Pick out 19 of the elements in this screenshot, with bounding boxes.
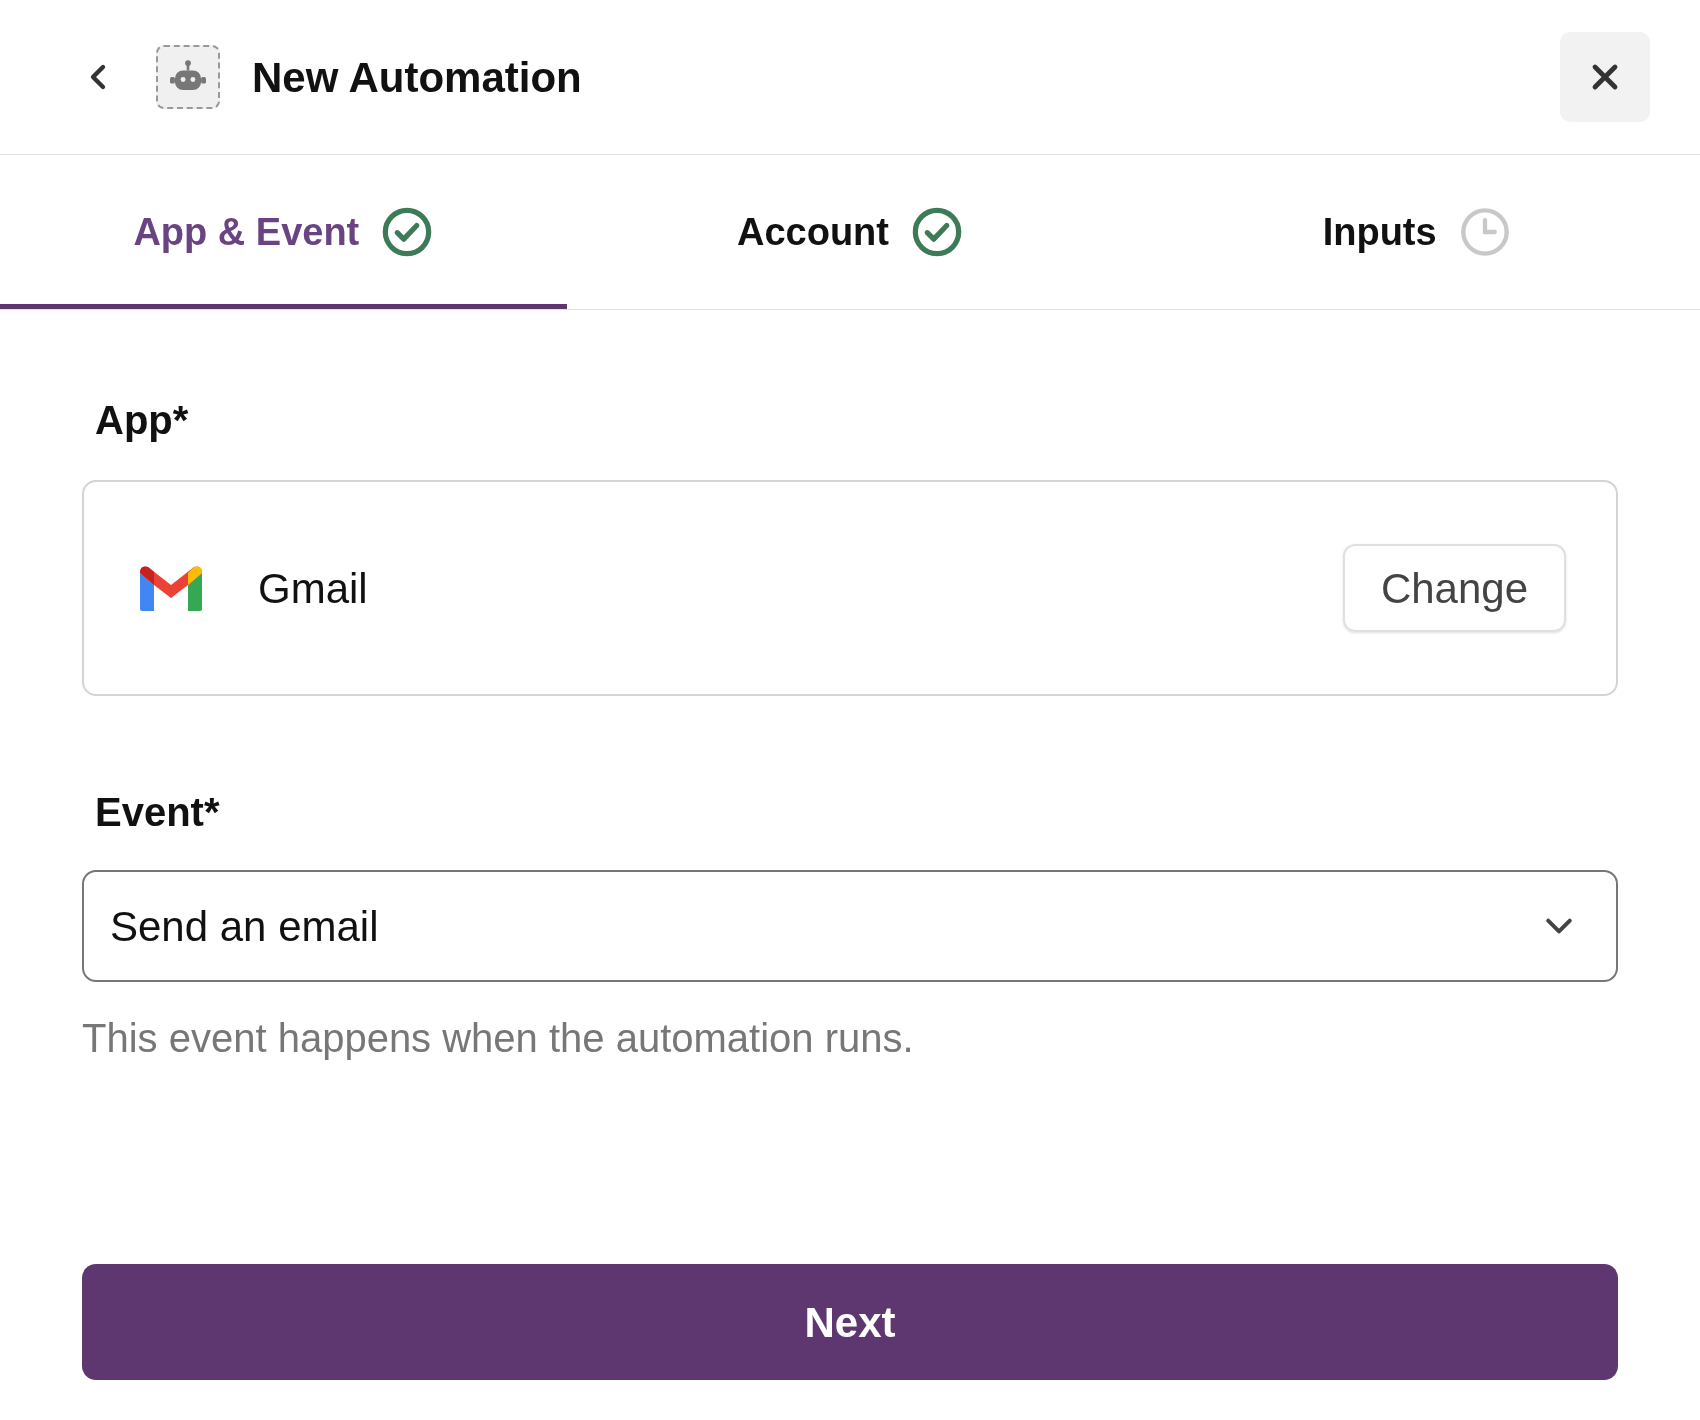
robot-icon bbox=[156, 45, 220, 109]
check-circle-icon bbox=[381, 206, 434, 258]
step-tab[interactable]: App & Event bbox=[0, 155, 567, 309]
close-icon bbox=[1591, 63, 1619, 91]
check-circle-icon bbox=[911, 206, 963, 258]
event-select[interactable]: Send an email bbox=[82, 870, 1618, 982]
help-text: This event happens when the automation runs. bbox=[82, 1015, 915, 1062]
step-tab[interactable]: Inputs bbox=[1133, 155, 1700, 309]
field-label: App* bbox=[95, 397, 190, 444]
clock-icon bbox=[1458, 206, 1511, 258]
close-button[interactable] bbox=[1560, 32, 1650, 122]
dialog-title: New Automation bbox=[252, 52, 582, 103]
step-tab[interactable]: Account bbox=[566, 155, 1134, 309]
mail-logo-icon bbox=[140, 565, 202, 611]
app-name: Gmail bbox=[258, 563, 368, 614]
change-button[interactable]: Change bbox=[1342, 544, 1566, 632]
chevron-down-icon bbox=[1544, 917, 1574, 935]
field-label: Event* bbox=[95, 789, 221, 836]
next-button[interactable]: Next bbox=[82, 1264, 1618, 1380]
